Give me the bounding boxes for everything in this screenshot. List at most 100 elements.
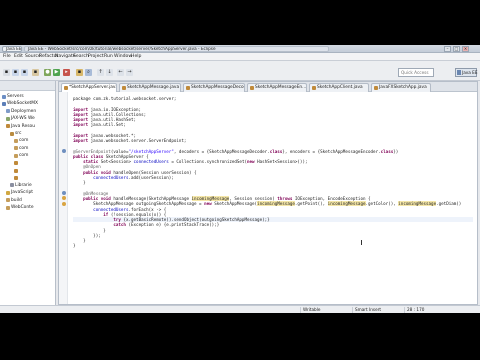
back-icon[interactable]: ← [117,69,124,76]
tree-item[interactable]: com [14,137,28,144]
tree-node-icon [6,124,10,129]
java-file-icon [250,86,254,90]
open-type-icon[interactable]: ▪ [76,69,83,76]
code-token: .forEach(x -> { [128,206,167,212]
code-token: import [73,132,91,138]
menu-window[interactable]: Window [114,54,132,60]
next-annotation-icon[interactable]: ↓ [106,69,113,76]
editor-tab[interactable]: SketchAppMessageEn... [247,83,307,92]
code-token: incomingMessage [398,201,437,207]
save-all-icon[interactable]: ▪ [21,69,28,76]
new-icon[interactable]: ▪ [3,69,10,76]
tree-item[interactable]: src [10,130,21,137]
menu-edit[interactable]: Edit [14,54,23,60]
tree-item-label: com [19,145,29,151]
tree-item-label: Java Resou [11,123,35,129]
code-token: @OnOpen [83,164,101,170]
tree-node-icon [6,205,10,210]
tree-item[interactable] [14,174,19,181]
tree-item-label: com [19,138,29,144]
tree-item[interactable]: Librarie [10,182,32,189]
tree-item[interactable]: JAX-WS We [6,115,35,122]
code-token: import [73,111,91,117]
tree-item[interactable]: build [6,197,22,204]
code-token: , Session session) [229,196,278,202]
external-tools-icon[interactable]: ▸ [63,69,70,76]
code-token: } [73,227,106,233]
prev-annotation-icon[interactable]: ↑ [97,69,104,76]
editor-tab[interactable]: SketchAppClient.java [309,83,369,92]
tree-item[interactable]: Servers [2,93,24,100]
editor-tab[interactable]: SketchAppMessageDecode... [183,83,245,92]
code-token: public void [83,196,114,202]
menu-project[interactable]: Project [88,54,104,60]
editor-tab[interactable]: *SketchAppServer.java [61,83,117,92]
tree-item[interactable]: WebConte [6,204,34,211]
gutter-marker-icon[interactable] [62,191,66,196]
tree-item[interactable] [14,160,19,167]
menu-file[interactable]: File [3,54,11,60]
tree-node-icon [14,138,18,143]
menu-help[interactable]: Help [131,54,141,60]
code-token: .add(userSession); [128,174,174,180]
gutter-marker-icon[interactable] [62,196,66,201]
code-token: = Collections.synchronizedSet( [168,159,247,165]
tree-node-icon [14,161,18,166]
tree-item[interactable]: com [14,145,28,152]
menu-search[interactable]: Search [73,54,89,60]
menu-run[interactable]: Run [104,54,113,60]
code-line: } [73,243,473,248]
code-token: SketchAppServer { [105,153,149,159]
debug-icon[interactable]: ● [44,69,51,76]
code-token: static [83,159,101,165]
tree-item[interactable]: WebSocketMX [2,100,38,107]
window-title[interactable]: Java EE [2,46,22,52]
tree-item[interactable]: JavaScript [6,189,33,196]
close-icon[interactable]: × [462,46,469,52]
code-token: class [269,148,283,154]
code-token: java.util.HashSet; [90,117,137,123]
java-editor: *SketchAppServer.java SketchAppMessage.ja… [58,81,478,305]
code-token: {x.getBasicRemote().sendObject(outgoingS… [123,217,270,223]
save-icon[interactable]: ▪ [12,69,19,76]
tree-item[interactable]: Java Resou [6,123,35,130]
quick-access-input[interactable]: Quick Access [398,68,434,77]
tree-node-icon [6,109,10,114]
tree-item[interactable]: com [14,152,28,159]
editor-tab[interactable]: JavaFXSketchApp.java [371,83,431,92]
tree-item[interactable] [14,167,19,174]
gutter-marker-icon[interactable] [62,148,66,153]
search-icon[interactable]: ⌕ [85,69,92,76]
code-token: try [113,217,124,223]
code-token: public class [73,153,106,159]
perspective-java-ee-button[interactable]: Java EE [455,68,477,77]
code-token: javax.websocket.server.ServerEndpoint; [90,138,187,144]
code-token: import [73,117,91,123]
source-code[interactable]: package com.zk.tutorial.websocket.server… [73,96,473,249]
maximize-icon[interactable]: □ [453,46,460,52]
code-token: "/sketchAppServer" [128,148,174,154]
editor-tab-label: JavaFXSketchApp.java [379,85,427,90]
tree-node-icon [6,116,10,121]
status-insert-mode: Smart Insert [352,307,404,313]
gutter-marker-icon[interactable] [62,201,66,206]
tree-item[interactable]: Deploymen [6,108,36,115]
run-icon[interactable]: ▶ [53,69,60,76]
tree-node-icon [6,190,10,195]
perspective-icon [457,70,461,75]
editor-tab[interactable]: SketchAppMessage.java [119,83,181,92]
code-token: (!session.equals(x)) { [110,211,167,217]
minimize-icon[interactable]: – [444,46,451,52]
tree-node-icon [14,175,18,180]
code-token: new [204,201,215,207]
print-icon[interactable]: ▪ [32,69,39,76]
code-token: incomingMessage [327,201,366,207]
tree-node-icon [14,153,18,158]
eclipse-window: Java EE Java EE - WebSocket/src/com/zk/t… [0,45,480,313]
title-bar: Java EE Java EE - WebSocket/src/com/zk/t… [0,45,480,53]
forward-icon[interactable]: → [126,69,133,76]
